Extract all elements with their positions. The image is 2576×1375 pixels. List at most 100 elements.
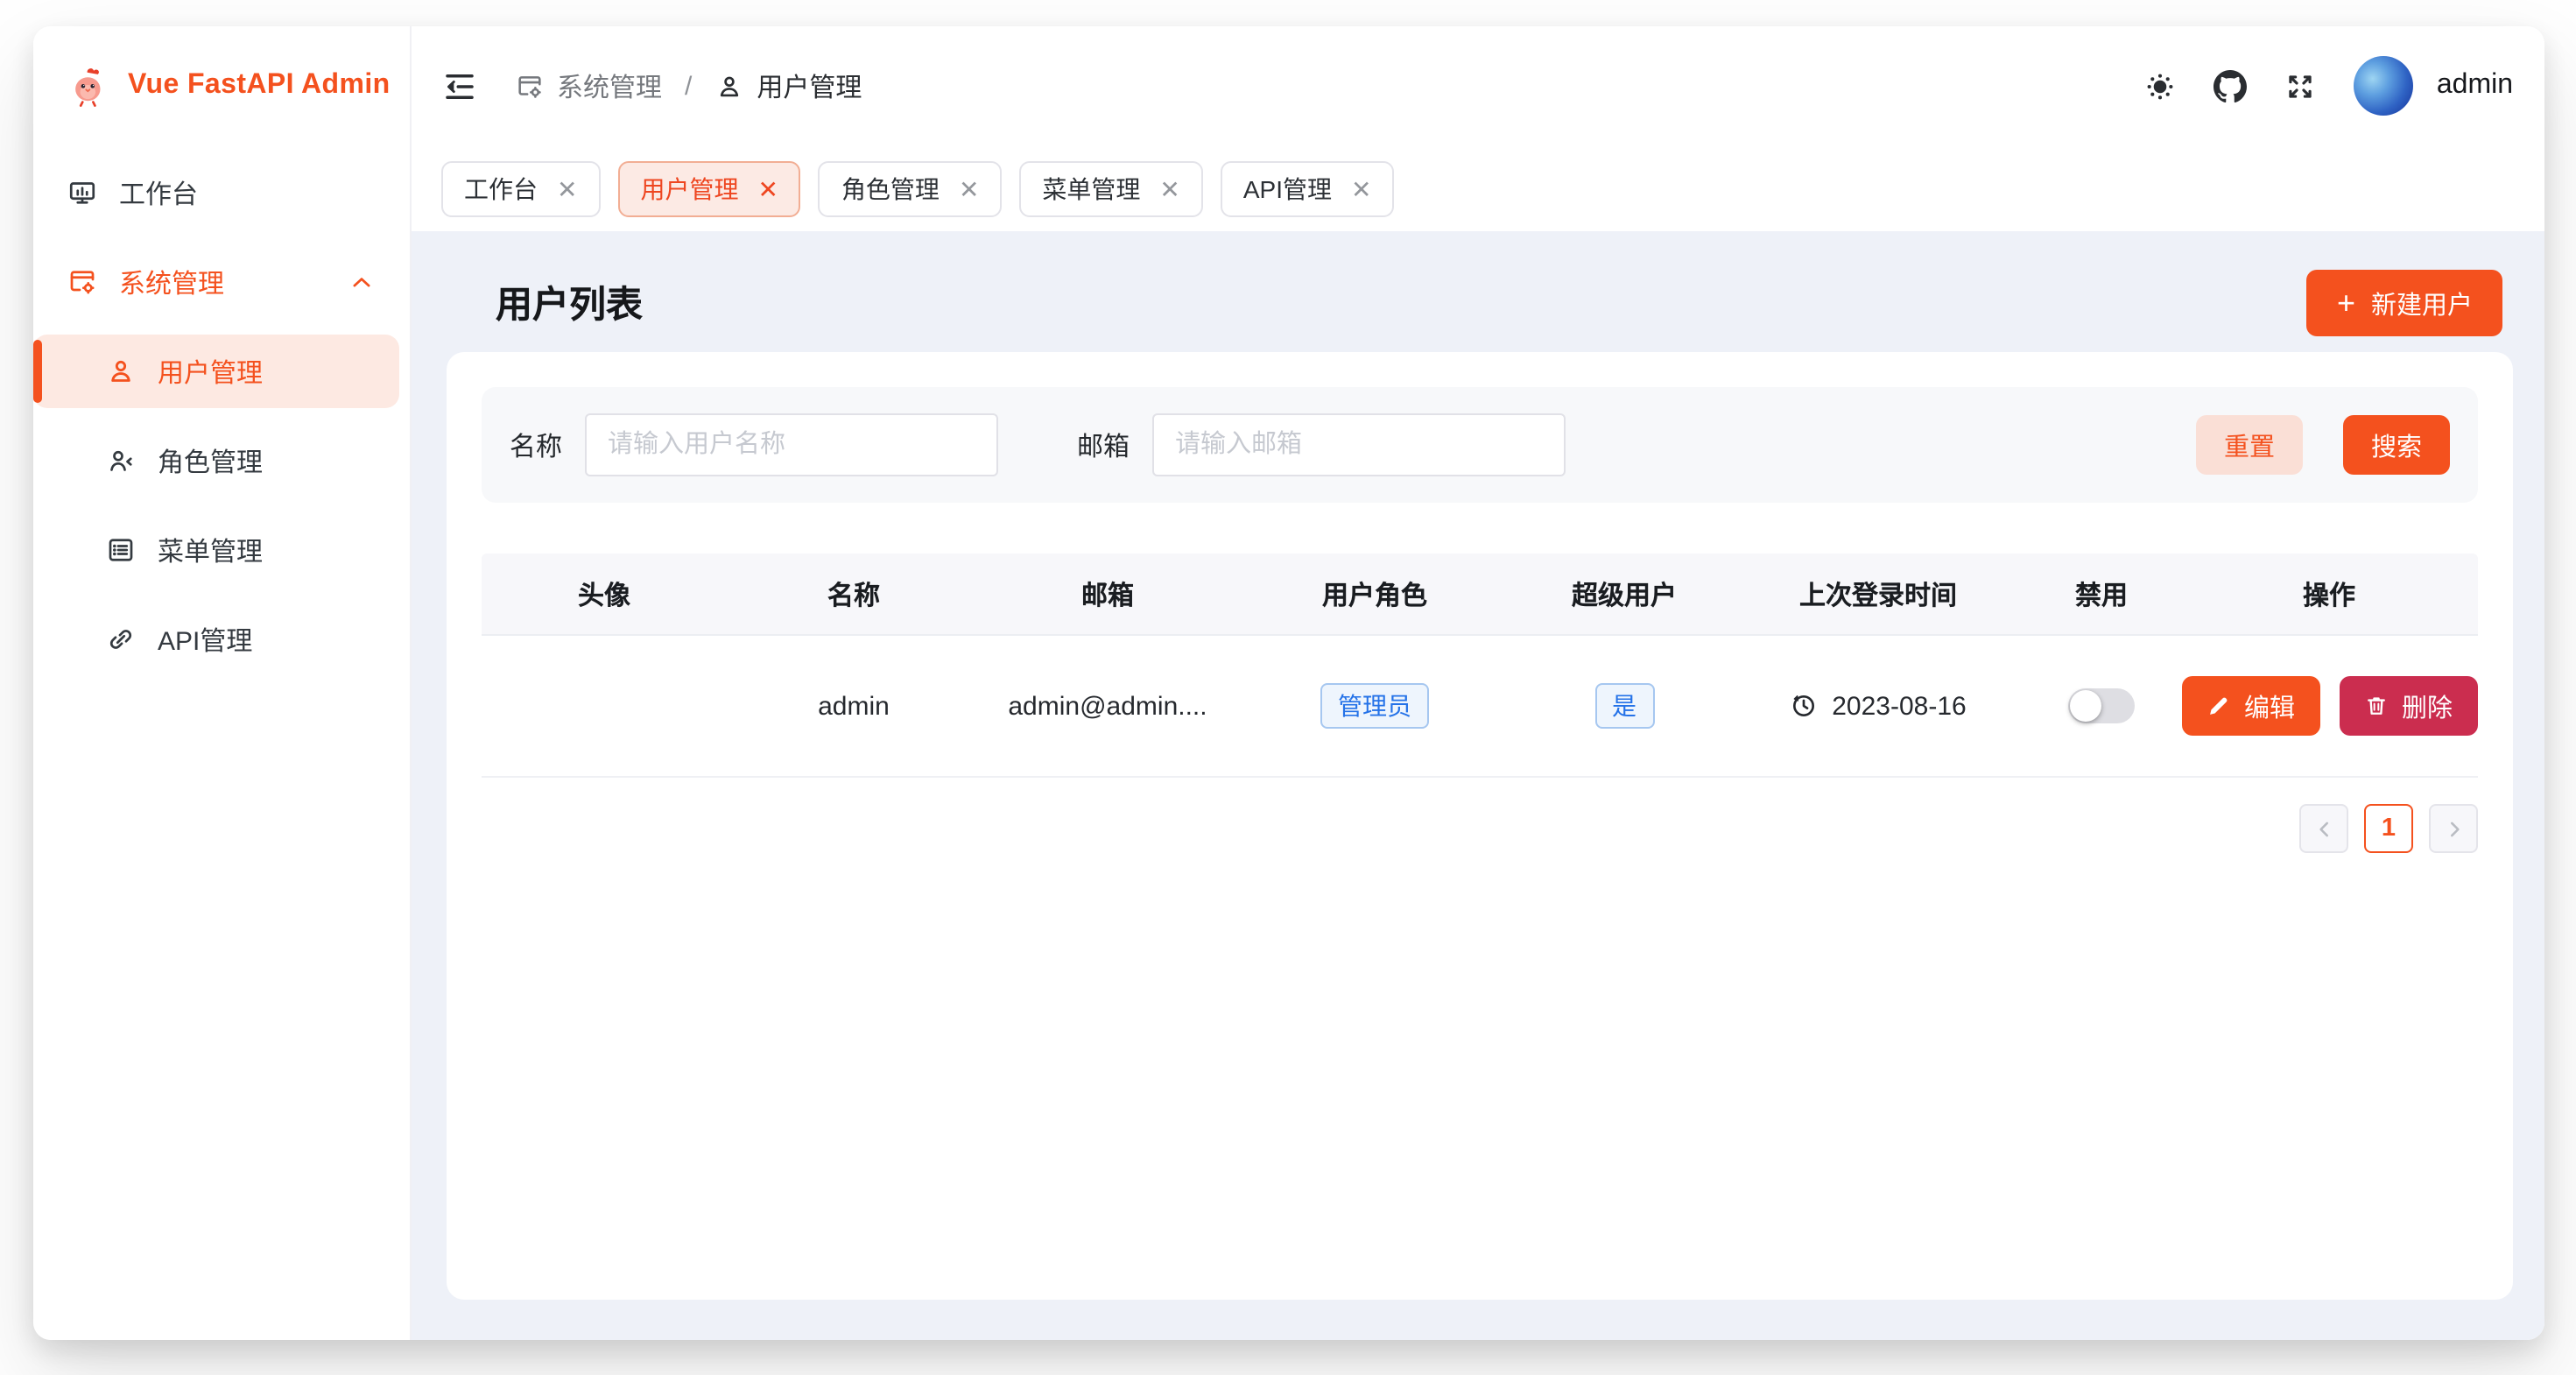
tab-users[interactable]: 用户管理 ✕ (617, 160, 800, 216)
tab-label: 菜单管理 (1042, 171, 1140, 206)
sidebar-item-menus[interactable]: 菜单管理 (33, 513, 399, 587)
breadcrumb-separator: / (685, 71, 692, 101)
chevron-up-icon (348, 269, 375, 295)
create-user-button[interactable]: + 新建用户 (2307, 270, 2502, 336)
sidebar-item-system[interactable]: 系统管理 (33, 245, 399, 319)
delete-button[interactable]: 删除 (2339, 676, 2477, 736)
last-login-value: 2023-08-16 (1832, 691, 1966, 721)
delete-label: 删除 (2402, 688, 2453, 724)
topbar: 系统管理 / 用户管理 (412, 26, 2544, 145)
user-icon (714, 71, 744, 101)
col-name: 名称 (727, 554, 981, 634)
pencil-icon (2206, 694, 2230, 718)
col-avatar: 头像 (482, 554, 727, 634)
github-icon[interactable] (2214, 69, 2248, 102)
cell-actions: 编辑 删除 (2180, 636, 2478, 776)
name-filter-label: 名称 (510, 427, 562, 463)
search-button[interactable]: 搜索 (2343, 415, 2450, 475)
fullscreen-icon[interactable] (2284, 69, 2318, 102)
tab-label: 工作台 (464, 171, 538, 206)
reset-button[interactable]: 重置 (2196, 415, 2303, 475)
breadcrumb-current[interactable]: 用户管理 (714, 67, 862, 104)
tab-close-icon[interactable]: ✕ (557, 176, 577, 201)
sidebar-item-label: 系统管理 (119, 264, 224, 300)
edit-button[interactable]: 编辑 (2181, 676, 2319, 736)
trash-icon (2363, 694, 2388, 718)
tab-close-icon[interactable]: ✕ (1351, 176, 1371, 201)
col-email: 邮箱 (981, 554, 1235, 634)
disabled-toggle[interactable] (2068, 688, 2135, 723)
sidebar-item-roles[interactable]: 角色管理 (33, 424, 399, 497)
sidebar-item-label: 工作台 (119, 174, 198, 211)
email-filter-label: 邮箱 (1077, 427, 1130, 463)
col-actions: 操作 (2180, 554, 2478, 634)
cell-avatar (482, 636, 727, 776)
sidebar-item-label: 用户管理 (158, 353, 263, 390)
name-filter-input[interactable] (585, 413, 998, 476)
filter-panel: 名称 邮箱 重置 搜索 (482, 387, 2478, 503)
content-area: 用户列表 + 新建用户 名称 邮箱 重置 搜索 (412, 231, 2544, 1340)
api-link-icon (105, 624, 137, 655)
tab-menus[interactable]: 菜单管理 ✕ (1019, 160, 1202, 216)
breadcrumb-system[interactable]: 系统管理 (515, 67, 662, 104)
superuser-tag: 是 (1594, 682, 1654, 730)
page-number-current[interactable]: 1 (2364, 804, 2413, 853)
stage: Vue FastAPI Admin 工作台 (0, 0, 2576, 1375)
clock-history-icon (1790, 692, 1818, 720)
sidebar-collapse-icon[interactable] (441, 67, 478, 104)
tab-close-icon[interactable]: ✕ (959, 176, 979, 201)
cell-last-login: 2023-08-16 (1734, 636, 2023, 776)
cell-name: admin (727, 636, 981, 776)
chick-logo-icon (65, 62, 112, 109)
cell-superuser: 是 (1515, 636, 1734, 776)
user-avatar[interactable] (2354, 56, 2414, 116)
user-role-icon (105, 445, 137, 476)
sidebar: Vue FastAPI Admin 工作台 (33, 26, 412, 1340)
create-user-label: 新建用户 (2371, 285, 2473, 321)
table-header-row: 头像 名称 邮箱 用户角色 超级用户 上次登录时间 禁用 操作 (482, 554, 2478, 636)
window-gear-icon (515, 71, 545, 101)
sidebar-item-workbench[interactable]: 工作台 (33, 156, 399, 229)
plus-icon: + (2337, 286, 2355, 318)
page-title: 用户列表 (496, 277, 643, 329)
tab-apis[interactable]: API管理 ✕ (1221, 160, 1395, 216)
col-disabled: 禁用 (2023, 554, 2180, 634)
tab-label: API管理 (1243, 171, 1332, 206)
sidebar-item-label: API管理 (158, 621, 252, 658)
tab-close-icon[interactable]: ✕ (1159, 176, 1179, 201)
topbar-actions: admin (2144, 56, 2513, 116)
monitor-icon (67, 177, 98, 208)
chevron-right-icon (2442, 817, 2465, 840)
edit-label: 编辑 (2244, 688, 2295, 724)
tab-close-icon[interactable]: ✕ (757, 176, 778, 201)
breadcrumb-current-label: 用户管理 (757, 67, 862, 104)
email-filter-input[interactable] (1152, 413, 1566, 476)
cell-role: 管理员 (1235, 636, 1515, 776)
page-next-button[interactable] (2429, 804, 2478, 853)
tab-label: 角色管理 (841, 171, 940, 206)
tabbar: 工作台 ✕ 用户管理 ✕ 角色管理 ✕ 菜单管理 ✕ API管理 ✕ (412, 145, 2544, 231)
username[interactable]: admin (2437, 70, 2513, 102)
page-header: 用户列表 + 新建用户 (447, 254, 2513, 352)
sidebar-nav: 工作台 系统管理 (33, 145, 410, 676)
theme-toggle-sun-icon[interactable] (2144, 69, 2178, 102)
toggle-knob (2070, 690, 2101, 722)
window-gear-icon (67, 266, 98, 298)
user-icon (105, 356, 137, 387)
page-prev-button[interactable] (2299, 804, 2348, 853)
sidebar-item-users[interactable]: 用户管理 (33, 335, 399, 408)
tab-label: 用户管理 (640, 171, 738, 206)
chevron-left-icon (2312, 817, 2335, 840)
tab-workbench[interactable]: 工作台 ✕ (441, 160, 600, 216)
content-card: 名称 邮箱 重置 搜索 头像 名称 邮箱 用 (447, 352, 2513, 1300)
table-row: admin admin@admin.... 管理员 是 (482, 636, 2478, 778)
sidebar-item-label: 菜单管理 (158, 532, 263, 568)
brand: Vue FastAPI Admin (33, 26, 410, 145)
role-tag: 管理员 (1320, 682, 1429, 730)
col-role: 用户角色 (1235, 554, 1515, 634)
sidebar-item-apis[interactable]: API管理 (33, 603, 399, 676)
col-superuser: 超级用户 (1515, 554, 1734, 634)
main-area: 系统管理 / 用户管理 (412, 26, 2544, 1340)
tab-roles[interactable]: 角色管理 ✕ (819, 160, 1002, 216)
app-window: Vue FastAPI Admin 工作台 (33, 26, 2544, 1340)
